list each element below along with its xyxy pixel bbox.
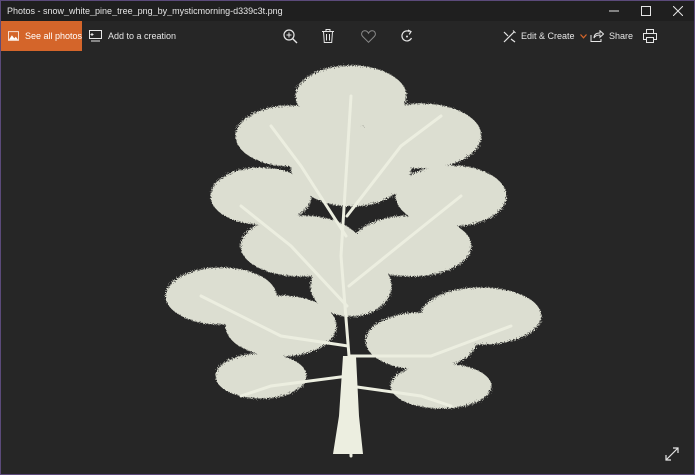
share-label: Share: [609, 31, 634, 41]
minimize-icon: [609, 10, 619, 12]
close-icon: [673, 6, 683, 16]
photos-window: Photos - snow_white_pine_tree_png_by_mys…: [0, 0, 695, 475]
add-creation-icon: [89, 30, 102, 42]
print-icon: [643, 29, 657, 43]
share-button[interactable]: Share: [590, 21, 633, 51]
zoom-button[interactable]: [281, 27, 299, 45]
rotate-icon: [401, 29, 413, 42]
see-all-photos-label: See all photos: [24, 31, 82, 41]
print-button[interactable]: [641, 27, 659, 45]
see-all-photos-button[interactable]: See all photos: [1, 21, 82, 51]
maximize-button[interactable]: [630, 1, 662, 21]
close-button[interactable]: [662, 1, 694, 21]
title-bar: Photos - snow_white_pine_tree_png_by_mys…: [1, 1, 694, 21]
delete-button[interactable]: [319, 27, 337, 45]
edit-create-button[interactable]: Edit & Create: [503, 21, 587, 51]
toolbar: See all photos Add to a creation Edit & …: [1, 21, 694, 51]
chevron-down-icon: [579, 33, 587, 39]
image-canvas[interactable]: [1, 51, 694, 474]
edit-create-icon: [503, 29, 516, 42]
tree-photo: [165, 65, 542, 458]
favorite-icon: [360, 29, 376, 43]
add-to-creation-button[interactable]: Add to a creation: [89, 21, 176, 51]
edit-create-label: Edit & Create: [521, 31, 575, 41]
share-icon: [590, 30, 604, 42]
zoom-in-icon: [282, 28, 297, 43]
rotate-button[interactable]: [398, 27, 416, 45]
delete-icon: [322, 29, 334, 43]
minimize-button[interactable]: [598, 1, 630, 21]
fullscreen-icon: [665, 447, 679, 461]
fullscreen-button[interactable]: [664, 446, 680, 462]
photos-icon: [8, 31, 19, 41]
maximize-icon: [641, 6, 651, 16]
add-to-creation-label: Add to a creation: [108, 31, 177, 41]
window-title: Photos - snow_white_pine_tree_png_by_mys…: [7, 6, 283, 16]
favorite-button[interactable]: [359, 27, 377, 45]
